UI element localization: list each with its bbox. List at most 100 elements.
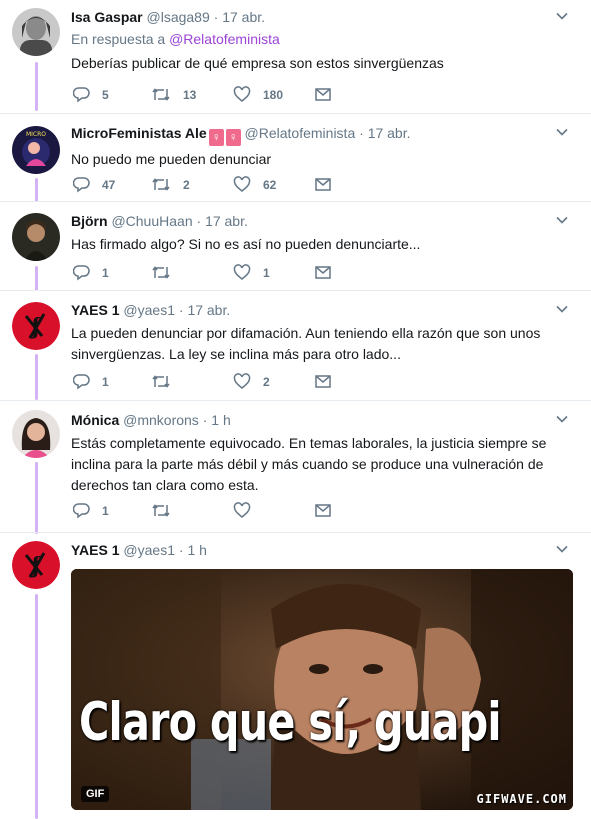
retweet-button[interactable] [151,264,183,281]
tweet[interactable]: Isa Gaspar @lsaga89 · 17 abr. En respues… [0,0,591,113]
avatar[interactable] [12,213,60,261]
tweet-text: Deberías publicar de qué empresa son est… [71,55,444,71]
dm-button[interactable] [314,86,332,103]
retweet-button[interactable] [151,373,183,390]
author-handle[interactable]: @mnkorons [123,412,199,428]
reply-icon [73,265,90,281]
reply-count: 1 [102,374,109,389]
tweet[interactable]: Mónica @mnkorons · 1 h Estás completamen… [0,401,591,532]
like-button[interactable]: 2 [233,373,270,390]
timestamp[interactable]: 17 abr. [187,302,230,318]
heart-icon [233,502,251,518]
envelope-icon [315,266,331,279]
heart-icon [233,373,251,389]
tweet-text: Has firmado algo? Si no es así no pueden… [71,236,421,252]
chevron-down-icon[interactable] [555,9,569,23]
reply-button[interactable]: 1 [73,264,109,281]
dm-button[interactable] [314,373,332,390]
heart-icon [233,264,251,280]
gif-frame [71,569,573,810]
like-count: 62 [263,177,277,192]
retweet-button[interactable]: 2 [151,176,190,193]
reply-count: 1 [102,503,109,518]
reply-icon [73,87,90,103]
reply-button[interactable]: 1 [73,373,109,390]
timestamp[interactable]: 17 abr. [368,125,411,141]
reply-button[interactable]: 5 [73,86,109,103]
reply-icon [73,503,90,519]
gif-caption: Claro que sí, guapi [79,692,502,753]
tweet-text: La pueden denunciar por difamación. Aun … [71,325,541,362]
author-name[interactable]: Isa Gaspar [71,9,143,25]
gif-media[interactable]: Claro que sí, guapi GIF GIFWAVE.COM [71,569,573,810]
chevron-down-icon[interactable] [555,213,569,227]
chevron-down-icon[interactable] [555,125,569,139]
author-name[interactable]: MicroFeministas Ale [71,125,207,141]
author-handle[interactable]: @Relatofeminista [245,125,356,141]
author-handle[interactable]: @ChuuHaan [111,213,192,229]
mention-link[interactable]: @Relatofeminista [169,31,280,47]
retweet-count: 13 [183,87,197,102]
tweet[interactable]: MICRO MicroFeministas Ale ♀ ♀ @Relatofemin… [0,114,591,201]
retweet-icon [152,375,170,388]
tweet-text: Estás completamente equivocado. En temas… [71,435,547,493]
female-sign-emoji: ♀ [208,129,224,146]
retweet-button[interactable] [151,502,183,519]
reply-icon [73,374,90,390]
like-count: 1 [263,265,270,280]
timestamp[interactable]: 1 h [187,542,206,558]
author-handle[interactable]: @lsaga89 [147,9,210,25]
reply-count: 1 [102,265,109,280]
like-button[interactable]: 62 [233,176,276,193]
author-name[interactable]: YAES 1 [71,302,120,318]
avatar[interactable] [12,410,60,458]
avatar[interactable]: ƒ [12,541,60,589]
envelope-icon [315,88,331,101]
envelope-icon [315,178,331,191]
tweet[interactable]: Björn @ChuuHaan · 17 abr. Has firmado al… [0,202,591,290]
envelope-icon [315,375,331,388]
author-name[interactable]: YAES 1 [71,542,120,558]
heart-icon [233,176,251,192]
avatar[interactable]: ƒ [12,302,60,350]
like-button[interactable] [233,502,263,519]
reply-context: En respuesta a @Relatofeminista [71,31,280,47]
avatar[interactable]: MICRO [12,126,60,174]
dm-button[interactable] [314,264,332,281]
heart-icon [233,86,251,102]
retweet-icon [152,178,170,191]
envelope-icon [315,504,331,517]
avatar[interactable] [12,8,60,56]
gif-badge: GIF [81,786,110,802]
like-button[interactable]: 1 [233,264,270,281]
retweet-button[interactable]: 13 [151,86,196,103]
timestamp[interactable]: 1 h [211,412,230,428]
chevron-down-icon[interactable] [555,302,569,316]
dm-button[interactable] [314,176,332,193]
author-name[interactable]: Björn [71,213,108,229]
author-name[interactable]: Mónica [71,412,119,428]
retweet-icon [152,266,170,279]
svg-text:MICRO: MICRO [26,131,46,138]
author-handle[interactable]: @yaes1 [123,542,175,558]
like-button[interactable]: 180 [233,86,283,103]
timestamp[interactable]: 17 abr. [205,213,248,229]
reply-button[interactable]: 47 [73,176,115,193]
author-handle[interactable]: @yaes1 [123,302,175,318]
chevron-down-icon[interactable] [555,412,569,426]
tweet[interactable]: ƒ YAES 1 @yaes1 · 17 abr. La pueden denu… [0,291,591,400]
tweet-text: No puedo me pueden denunciar [71,151,272,167]
female-sign-emoji: ♀ [225,129,241,146]
like-count: 2 [263,374,270,389]
timestamp[interactable]: 17 abr. [222,9,265,25]
reply-icon [73,177,90,193]
gif-watermark: GIFWAVE.COM [476,792,567,806]
dm-button[interactable] [314,502,332,519]
chevron-down-icon[interactable] [555,542,569,556]
retweet-icon [152,88,170,101]
reply-count: 47 [102,177,116,192]
reply-button[interactable]: 1 [73,502,109,519]
retweet-icon [152,504,170,517]
like-count: 180 [263,87,284,102]
reply-count: 5 [102,87,109,102]
